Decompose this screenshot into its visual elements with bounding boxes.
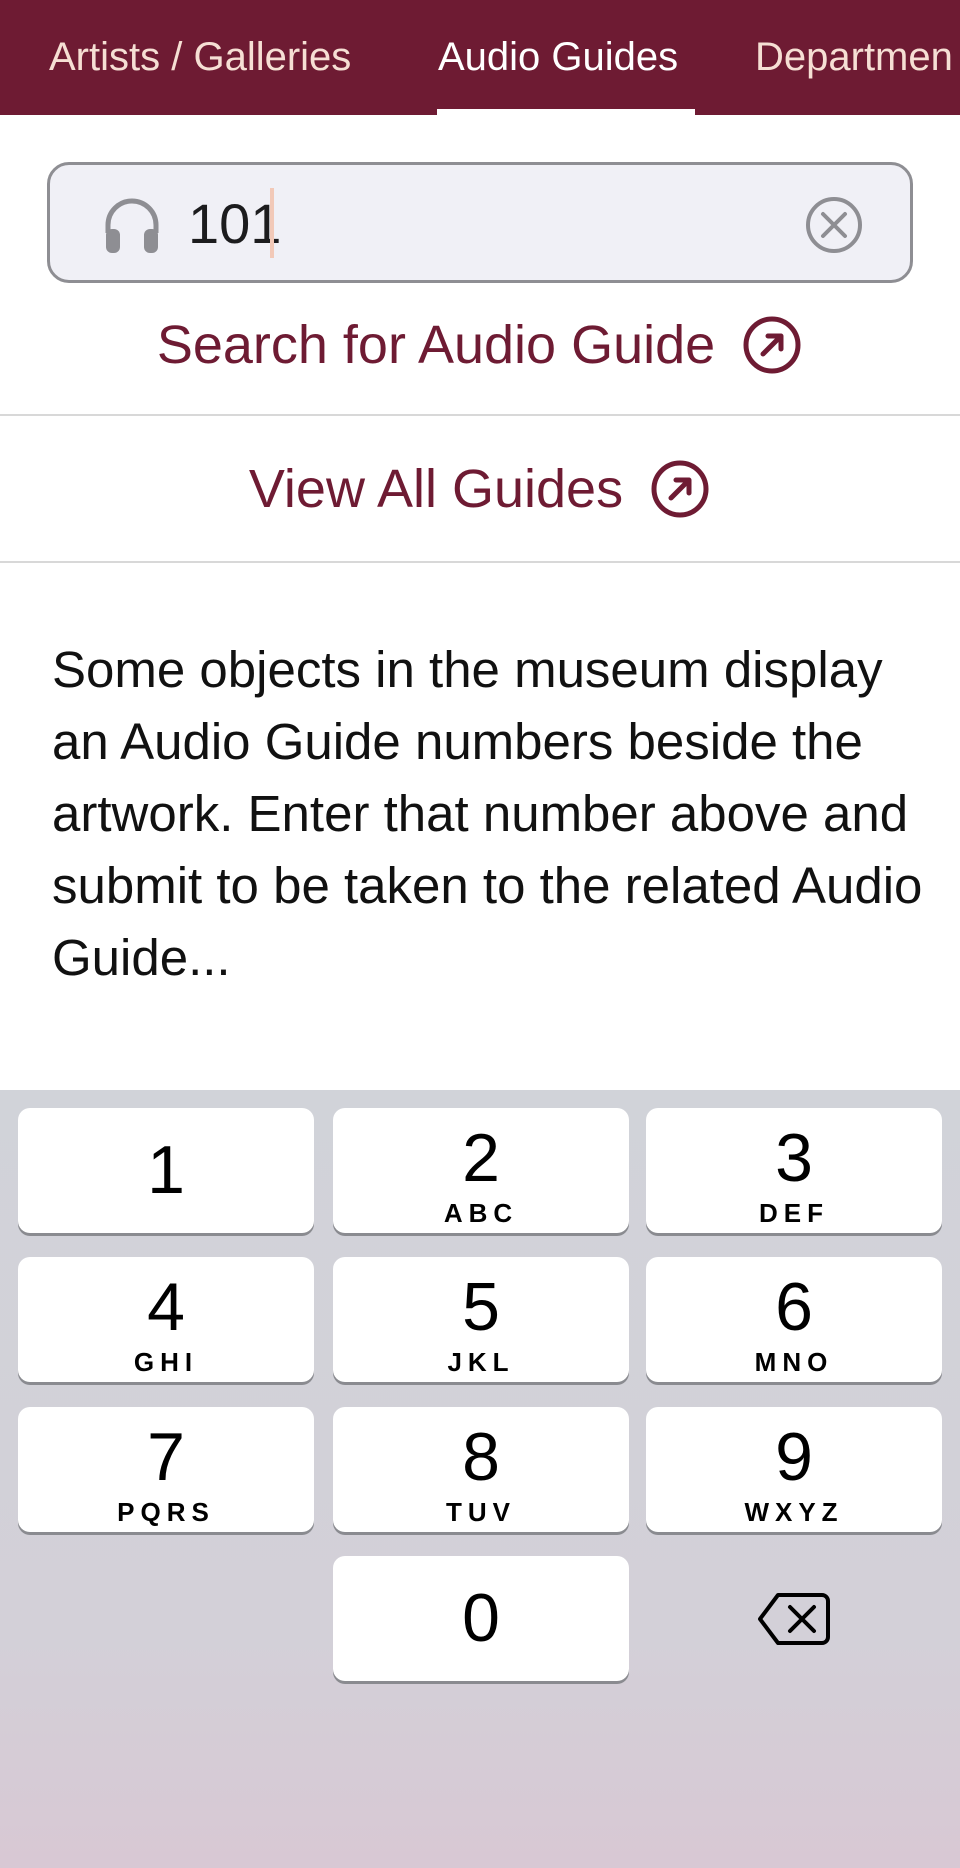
active-tab-indicator [437, 109, 695, 115]
key-digit: 9 [775, 1419, 813, 1495]
key-9[interactable]: 9 WXYZ [646, 1407, 942, 1532]
key-2[interactable]: 2 ABC [333, 1108, 629, 1233]
key-4[interactable]: 4 GHI [18, 1257, 314, 1382]
key-digit: 1 [147, 1132, 185, 1208]
audio-guide-screen: Artists / Galleries Audio Guides Departm… [0, 0, 960, 1868]
key-digit: 0 [462, 1580, 500, 1656]
audio-guide-search-input[interactable]: 101 [47, 162, 913, 283]
key-digit: 5 [462, 1269, 500, 1345]
key-0[interactable]: 0 [333, 1556, 629, 1681]
backspace-key[interactable] [646, 1556, 942, 1681]
key-digit: 4 [147, 1269, 185, 1345]
search-link-label: Search for Audio Guide [156, 315, 716, 375]
search-input-value[interactable]: 101 [188, 191, 281, 257]
key-letters: ABC [443, 1198, 519, 1228]
key-letters: MNO [754, 1347, 834, 1377]
view-all-guides-link[interactable]: View All Guides [0, 454, 960, 524]
divider [0, 414, 960, 416]
key-6[interactable]: 6 MNO [646, 1257, 942, 1382]
key-8[interactable]: 8 TUV [333, 1407, 629, 1532]
arrow-up-right-circle-icon [651, 460, 709, 518]
key-7[interactable]: 7 PQRS [18, 1407, 314, 1532]
instructions-text: Some objects in the museum display an Au… [52, 641, 923, 986]
key-letters: DEF [759, 1198, 829, 1228]
key-3[interactable]: 3 DEF [646, 1108, 942, 1233]
key-letters: JKL [447, 1347, 515, 1377]
numeric-keypad: 1 2 ABC 3 DEF 4 GHI 5 JKL 6 MNO 7 PQRS 8… [0, 1090, 960, 1868]
key-letters: PQRS [117, 1497, 215, 1527]
key-letters: TUV [446, 1497, 516, 1527]
headphones-icon [105, 198, 159, 253]
text-caret [270, 188, 274, 258]
key-digit: 7 [147, 1419, 185, 1495]
tab-artists-galleries[interactable]: Artists / Galleries [49, 0, 351, 115]
backspace-icon [758, 1592, 830, 1645]
tab-departments[interactable]: Departmen [755, 0, 953, 115]
tab-audio-guides[interactable]: Audio Guides [438, 0, 678, 115]
key-digit: 2 [462, 1120, 500, 1196]
key-letters: GHI [133, 1347, 199, 1377]
key-1[interactable]: 1 [18, 1108, 314, 1233]
key-digit: 3 [775, 1120, 813, 1196]
clear-icon[interactable] [802, 193, 866, 257]
divider [0, 561, 960, 563]
top-tab-bar: Artists / Galleries Audio Guides Departm… [0, 0, 960, 115]
view-all-label: View All Guides [248, 459, 624, 519]
key-digit: 6 [775, 1269, 813, 1345]
key-digit: 8 [462, 1419, 500, 1495]
arrow-up-right-circle-icon [743, 316, 801, 374]
search-for-audio-guide-link[interactable]: Search for Audio Guide [0, 310, 960, 380]
key-letters: WXYZ [744, 1497, 844, 1527]
key-5[interactable]: 5 JKL [333, 1257, 629, 1382]
